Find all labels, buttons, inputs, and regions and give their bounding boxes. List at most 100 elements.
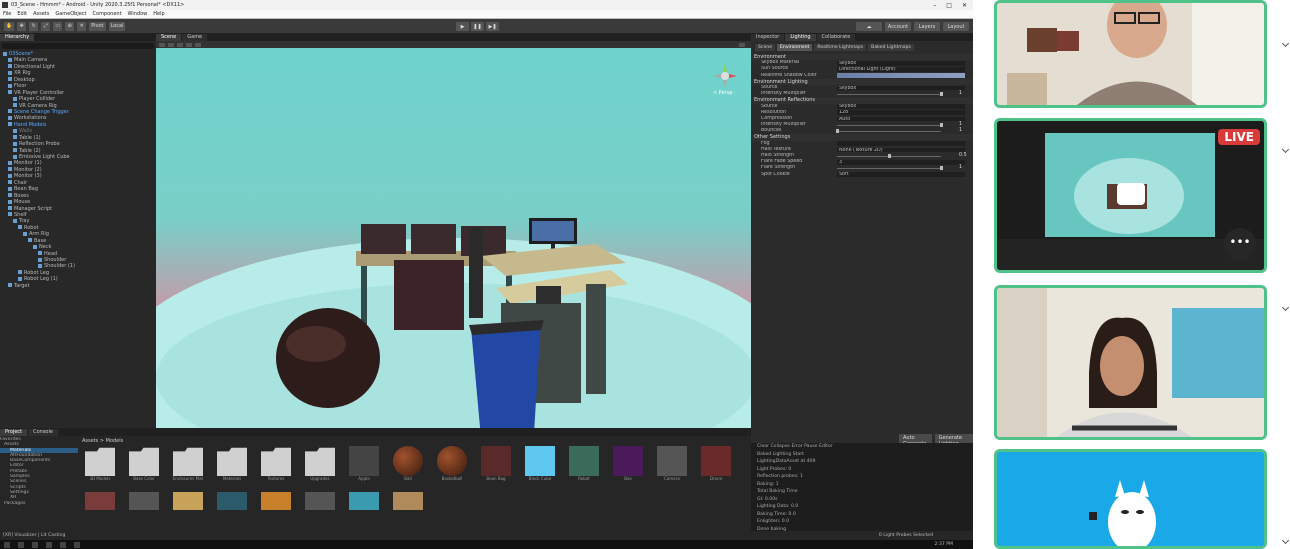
close-icon[interactable]: ✕ (962, 2, 967, 9)
asset-item[interactable]: Apple (346, 446, 382, 484)
scene-orientation-gizmo[interactable]: < Persp (713, 64, 737, 96)
asset-item[interactable]: Enclosures Mat (170, 446, 206, 484)
asset-item[interactable] (302, 492, 338, 530)
play-button[interactable]: ▶ (456, 22, 469, 31)
menu-item-file[interactable]: File (3, 11, 11, 17)
asset-item[interactable] (214, 492, 250, 530)
tab-collaborate[interactable]: Collaborate (816, 34, 856, 41)
property-value[interactable]: 1 (959, 91, 973, 97)
property-field[interactable]: Auto (837, 116, 965, 122)
asset-item[interactable] (82, 492, 118, 530)
shadow-color-swatch[interactable] (837, 73, 965, 79)
slider-handle[interactable] (940, 92, 943, 97)
window-controls[interactable]: – □ ✕ (933, 2, 973, 9)
asset-item[interactable]: Box (610, 446, 646, 484)
video-tile-participant-2[interactable] (994, 285, 1267, 440)
unity-app-icon[interactable] (74, 541, 80, 548)
more-options-button[interactable]: ••• (1224, 228, 1256, 260)
audio-toggle[interactable] (186, 42, 192, 47)
video-tile-screenshare[interactable]: LIVE ••• (994, 118, 1267, 273)
property-field[interactable]: Soft (837, 172, 965, 178)
console-line[interactable]: Lighting Data: 0.0 (751, 503, 973, 511)
property-field[interactable] (837, 141, 965, 147)
tab-inspector[interactable]: Inspector (751, 34, 785, 41)
property-field[interactable]: Directional Light (Light) (837, 67, 965, 72)
console-line[interactable]: Baked Lighting Start (751, 451, 973, 459)
maximize-icon[interactable]: □ (946, 2, 952, 9)
folder-item[interactable]: Packages (0, 501, 78, 506)
lighting-toggle[interactable] (177, 42, 183, 47)
hierarchy-item[interactable]: Target (0, 283, 156, 289)
effects-toggle[interactable] (195, 42, 201, 47)
shading-mode-dropdown[interactable] (159, 42, 165, 47)
property-value[interactable]: 0.5 (959, 153, 973, 159)
asset-item[interactable] (390, 492, 426, 530)
cloud-icon[interactable]: ☁ (856, 22, 882, 31)
property-field[interactable]: 128 (837, 110, 965, 116)
asset-item[interactable]: Bean Bag (478, 446, 514, 484)
video-tile-participant-1[interactable] (994, 0, 1267, 108)
console-line[interactable]: Reflection probes: 1 (751, 473, 973, 481)
tab-project[interactable]: Project (0, 429, 28, 436)
asset-item[interactable] (346, 492, 382, 530)
tab-lighting[interactable]: Lighting (785, 34, 816, 41)
property-slider[interactable] (837, 91, 943, 97)
console-toolbar[interactable]: Clear Collapse Error Pause Editor (751, 443, 973, 451)
layers-dropdown[interactable]: Layers (914, 22, 940, 31)
property-field[interactable]: 3 (837, 159, 965, 165)
asset-item[interactable]: Camera (654, 446, 690, 484)
subtab-scene[interactable]: Scene (755, 44, 776, 51)
property-field[interactable]: None (Texture 2D) (837, 147, 965, 153)
hierarchy-search-input[interactable] (2, 43, 154, 49)
local-toggle[interactable]: Local (108, 21, 126, 31)
asset-item[interactable]: Drone (698, 446, 734, 484)
step-button[interactable]: ▶❚ (486, 22, 499, 31)
console-line[interactable]: Light Probes: 0 (751, 466, 973, 474)
hand-tool-icon[interactable]: ✋ (4, 21, 15, 31)
search-icon[interactable] (18, 541, 24, 548)
tab-hierarchy[interactable]: Hierarchy (0, 34, 35, 41)
task-view-icon[interactable] (32, 541, 38, 548)
2d-toggle[interactable] (168, 42, 174, 47)
property-field[interactable]: Skybox (837, 60, 965, 66)
account-dropdown[interactable]: Account (885, 22, 911, 31)
scale-tool-icon[interactable]: ⤢ (41, 21, 51, 31)
console-line[interactable]: LightingDataAsset at 409 (751, 458, 973, 466)
asset-item[interactable]: 3D Models (82, 446, 118, 484)
asset-item[interactable]: Upgrades (302, 446, 338, 484)
file-explorer-icon[interactable] (46, 541, 52, 548)
slider-handle[interactable] (888, 154, 891, 158)
property-slider[interactable] (837, 153, 941, 159)
property-value[interactable]: 1 (959, 165, 973, 171)
asset-item[interactable] (126, 492, 162, 530)
minimize-icon[interactable]: – (933, 2, 936, 9)
custom-tool-icon[interactable]: ✕ (77, 21, 87, 31)
console-line[interactable]: Baking Time: 0.0 (751, 511, 973, 519)
property-field[interactable]: Skybox (837, 104, 965, 109)
asset-item[interactable]: Textures (258, 446, 294, 484)
asset-item[interactable]: Block Cube (522, 446, 558, 484)
asset-item[interactable]: Basketball (434, 446, 470, 484)
menu-item-help[interactable]: Help (153, 11, 164, 17)
pause-button[interactable]: ❚❚ (471, 22, 484, 31)
console-line[interactable]: GI: 0.00s (751, 496, 973, 504)
menu-item-window[interactable]: Window (128, 11, 148, 17)
console-line[interactable]: Enlighten: 0.0 (751, 518, 973, 526)
rect-tool-icon[interactable]: ▭ (53, 21, 63, 31)
menu-item-assets[interactable]: Assets (33, 11, 49, 17)
tab-scene[interactable]: Scene (156, 34, 182, 41)
asset-item[interactable] (170, 492, 206, 530)
asset-item[interactable]: Materials (214, 446, 250, 484)
asset-item[interactable] (258, 492, 294, 530)
pivot-toggle[interactable]: Pivot (89, 21, 106, 31)
menu-item-gameobject[interactable]: GameObject (55, 11, 86, 17)
gizmos-dropdown[interactable] (739, 42, 745, 47)
asset-item[interactable]: Robot (566, 446, 602, 484)
transform-tool-icon[interactable]: ⊕ (65, 21, 75, 31)
property-slider[interactable] (837, 165, 943, 171)
subtab-realtime-lightmaps[interactable]: Realtime Lightmaps (814, 44, 867, 51)
breadcrumb[interactable]: Assets > Models (82, 438, 123, 444)
property-slider[interactable] (836, 128, 941, 134)
slider-handle[interactable] (836, 129, 839, 134)
slider-handle[interactable] (940, 166, 943, 171)
